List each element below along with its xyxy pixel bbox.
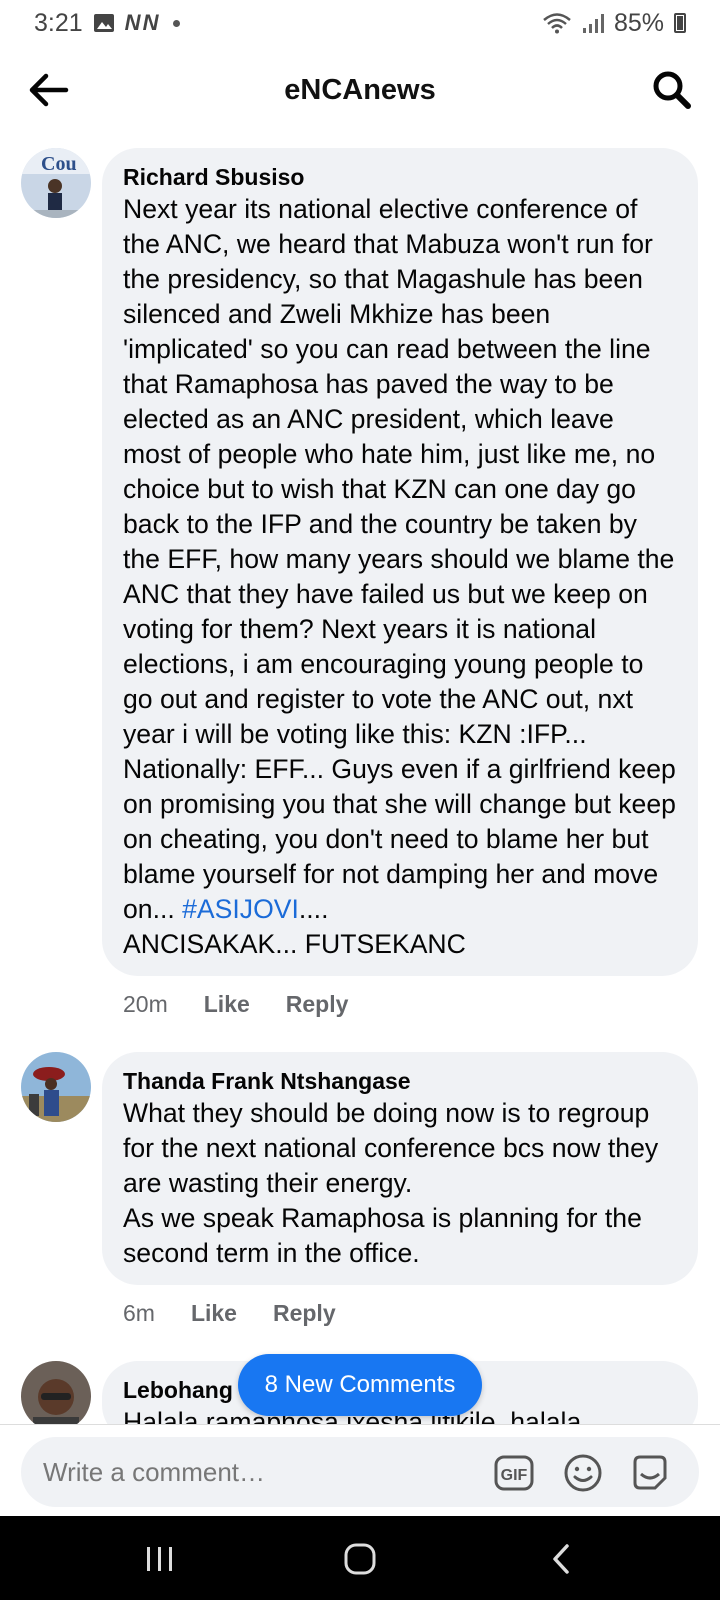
svg-text:Cou: Cou — [41, 153, 77, 175]
battery-icon — [674, 13, 686, 33]
comment-actions: 20m Like Reply — [123, 976, 720, 1032]
wifi-icon — [543, 13, 571, 34]
signal-icon — [582, 14, 604, 33]
status-bar: 3:21 N N 85% — [0, 0, 720, 46]
comment-bubble[interactable]: Thanda Frank Ntshangase What they should… — [102, 1052, 698, 1285]
status-time: 3:21 — [34, 8, 83, 37]
image-notification-icon — [93, 14, 114, 32]
top-bar: eNCAnews — [0, 56, 720, 124]
comment-time: 20m — [123, 990, 168, 1017]
search-icon[interactable] — [652, 70, 692, 110]
hashtag-link[interactable]: #ASIJOVI — [182, 894, 299, 924]
recent-apps-icon[interactable] — [143, 1542, 177, 1576]
avatar[interactable] — [21, 1052, 91, 1122]
comment-placeholder: Write a comment… — [43, 1457, 266, 1487]
comment-item: Cou Richard Sbusiso Next year its nation… — [0, 148, 720, 1032]
svg-text:GIF: GIF — [501, 1467, 528, 1484]
comment-text: Next year its national elective conferen… — [123, 192, 678, 962]
comment-bubble[interactable]: Richard Sbusiso Next year its national e… — [102, 148, 698, 976]
comment-list: Cou Richard Sbusiso Next year its nation… — [0, 148, 720, 1441]
gif-icon[interactable]: GIF — [493, 1452, 535, 1494]
reply-button[interactable]: Reply — [286, 991, 349, 1018]
comment-text: What they should be doing now is to regr… — [123, 1098, 659, 1268]
comment-body: Next year its national elective conferen… — [123, 194, 684, 924]
comment-item: Thanda Frank Ntshangase What they should… — [0, 1052, 720, 1341]
home-icon[interactable] — [343, 1542, 377, 1576]
like-button[interactable]: Like — [204, 991, 250, 1018]
more-notifications-dot — [172, 19, 180, 27]
comment-author[interactable]: Richard Sbusiso — [123, 162, 678, 192]
new-comments-button[interactable]: 8 New Comments — [238, 1354, 482, 1416]
system-nav-bar — [0, 1516, 720, 1600]
sticker-icon[interactable] — [629, 1452, 671, 1494]
comment-time: 6m — [123, 1299, 155, 1326]
emoji-icon[interactable] — [562, 1452, 604, 1494]
comment-input[interactable]: Write a comment… GIF — [21, 1437, 699, 1507]
like-button[interactable]: Like — [191, 1300, 237, 1327]
avatar[interactable] — [21, 1361, 91, 1431]
page-title: eNCAnews — [284, 73, 436, 106]
comment-author[interactable]: Thanda Frank Ntshangase — [123, 1066, 678, 1096]
comment-composer: Write a comment… GIF — [0, 1424, 720, 1517]
comment-actions: 6m Like Reply — [123, 1285, 720, 1341]
avatar[interactable]: Cou — [21, 148, 91, 218]
battery-percent: 85% — [613, 8, 664, 37]
reply-button[interactable]: Reply — [273, 1300, 336, 1327]
n-notification-icons: N N — [124, 10, 159, 35]
back-nav-icon[interactable] — [545, 1542, 579, 1576]
back-arrow-icon[interactable] — [26, 70, 70, 110]
